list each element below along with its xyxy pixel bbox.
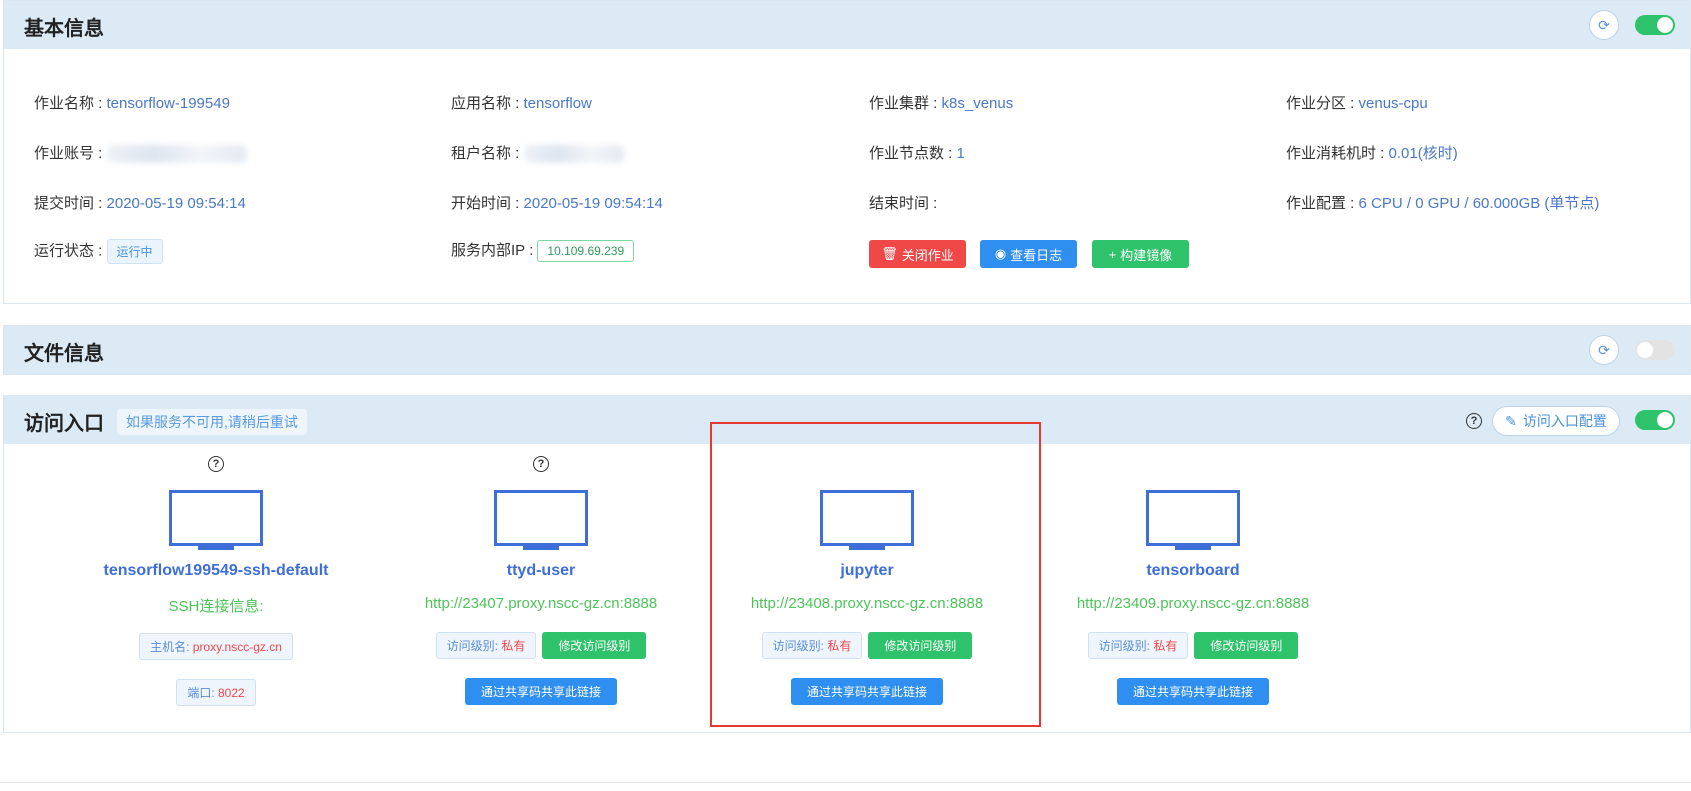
basic-info-toggle[interactable]	[1635, 15, 1675, 35]
cluster-value: k8s_venus	[941, 95, 1014, 112]
ssh-subtitle: SSH连接信息:	[168, 598, 264, 615]
monitor-icon[interactable]	[494, 490, 588, 550]
access-entry-tensorboard: tensorboard http://23409.proxy.nscc-gz.c…	[1033, 420, 1353, 705]
trash-icon: 🗑	[881, 246, 898, 261]
status-field: 运行状态 : 运行中	[34, 239, 163, 264]
tenant-value-redacted	[523, 145, 624, 164]
account-field: 作业账号 :	[34, 142, 247, 164]
node-count-value: 1	[956, 145, 965, 162]
config-field: 作业配置 : 6 CPU / 0 GPU / 60.000GB (单节点)	[1286, 195, 1600, 212]
entry-url[interactable]: http://23407.proxy.nscc-gz.cn:8888	[381, 595, 701, 612]
help-icon[interactable]: ?	[208, 456, 224, 472]
modify-access-button[interactable]: 修改访问级别	[1194, 632, 1299, 659]
submit-time-value: 2020-05-19 09:54:14	[106, 195, 246, 212]
highlight-box	[710, 422, 1041, 727]
ssh-host-chip: 主机名: proxy.nscc-gz.cn	[139, 633, 293, 660]
ip-field: 服务内部IP : 10.109.69.239	[451, 239, 635, 263]
share-link-button[interactable]: 通过共享码共享此链接	[464, 678, 617, 705]
help-icon[interactable]: ?	[533, 456, 549, 472]
refresh-icon[interactable]: ⟳	[1589, 335, 1619, 365]
config-value: 6 CPU / 0 GPU / 60.000GB (单节点)	[1358, 195, 1600, 212]
node-count-field: 作业节点数 : 1	[869, 145, 965, 162]
basic-info-panel: 基本信息 ⟳ 作业名称 : tensorflow-199549 应用名称 : t…	[3, 0, 1691, 304]
view-logs-button[interactable]: ◉ 查看日志	[980, 240, 1077, 268]
cost-value: 0.01(核时)	[1388, 145, 1458, 162]
refresh-icon[interactable]: ⟳	[1589, 10, 1619, 40]
submit-time-field: 提交时间 : 2020-05-19 09:54:14	[34, 195, 246, 212]
status-badge: 运行中	[106, 239, 163, 264]
edit-icon: ✎	[1505, 412, 1517, 429]
basic-info-title: 基本信息	[24, 18, 104, 40]
app-name-field: 应用名称 : tensorflow	[451, 95, 592, 112]
divider	[0, 782, 1691, 783]
file-info-toggle[interactable]	[1635, 340, 1675, 360]
tenant-field: 租户名称 :	[451, 142, 624, 164]
partition-field: 作业分区 : venus-cpu	[1286, 95, 1428, 112]
entry-name[interactable]: tensorflow199549-ssh-default	[56, 562, 376, 580]
app-name-value: tensorflow	[523, 95, 592, 112]
access-toggle[interactable]	[1635, 410, 1675, 430]
access-config-button[interactable]: ✎ 访问入口配置	[1492, 406, 1620, 436]
access-level-chip: 访问级别: 私有	[1087, 632, 1189, 659]
entry-name[interactable]: tensorboard	[1033, 562, 1353, 580]
eye-icon: ◉	[994, 246, 1007, 261]
access-entry-ttyd: ? ttyd-user http://23407.proxy.nscc-gz.c…	[381, 420, 701, 705]
entry-url[interactable]: http://23409.proxy.nscc-gz.cn:8888	[1033, 595, 1353, 612]
share-link-button[interactable]: 通过共享码共享此链接	[1116, 678, 1269, 705]
access-level-chip: 访问级别: 私有	[435, 632, 537, 659]
ssh-port-chip: 端口: 8022	[176, 679, 256, 706]
account-value-redacted	[106, 145, 247, 164]
job-name-value: tensorflow-199549	[106, 95, 230, 112]
cost-field: 作业消耗机时 : 0.01(核时)	[1286, 145, 1458, 162]
start-time-field: 开始时间 : 2020-05-19 09:54:14	[451, 195, 663, 212]
end-time-field: 结束时间 :	[869, 195, 938, 212]
job-name-field: 作业名称 : tensorflow-199549	[34, 95, 230, 112]
build-image-button[interactable]: + 构建镜像	[1092, 240, 1189, 268]
entry-name[interactable]: ttyd-user	[381, 562, 701, 580]
file-info-header: 文件信息 ⟳	[4, 326, 1690, 374]
partition-value: venus-cpu	[1358, 95, 1428, 112]
modify-access-button[interactable]: 修改访问级别	[542, 632, 647, 659]
close-job-button[interactable]: 🗑 关闭作业	[869, 240, 966, 268]
monitor-icon[interactable]	[169, 490, 263, 550]
plus-icon: +	[1108, 246, 1117, 262]
file-info-panel: 文件信息 ⟳	[3, 325, 1691, 375]
cluster-field: 作业集群 : k8s_venus	[869, 95, 1014, 112]
start-time-value: 2020-05-19 09:54:14	[523, 195, 663, 212]
monitor-icon[interactable]	[1146, 490, 1240, 550]
basic-info-header: 基本信息 ⟳	[4, 1, 1690, 49]
access-entry-ssh: ? tensorflow199549-ssh-default SSH连接信息: …	[56, 420, 376, 706]
help-icon[interactable]: ?	[1466, 413, 1482, 429]
ip-badge: 10.109.69.239	[537, 240, 635, 263]
file-info-title: 文件信息	[24, 343, 104, 365]
